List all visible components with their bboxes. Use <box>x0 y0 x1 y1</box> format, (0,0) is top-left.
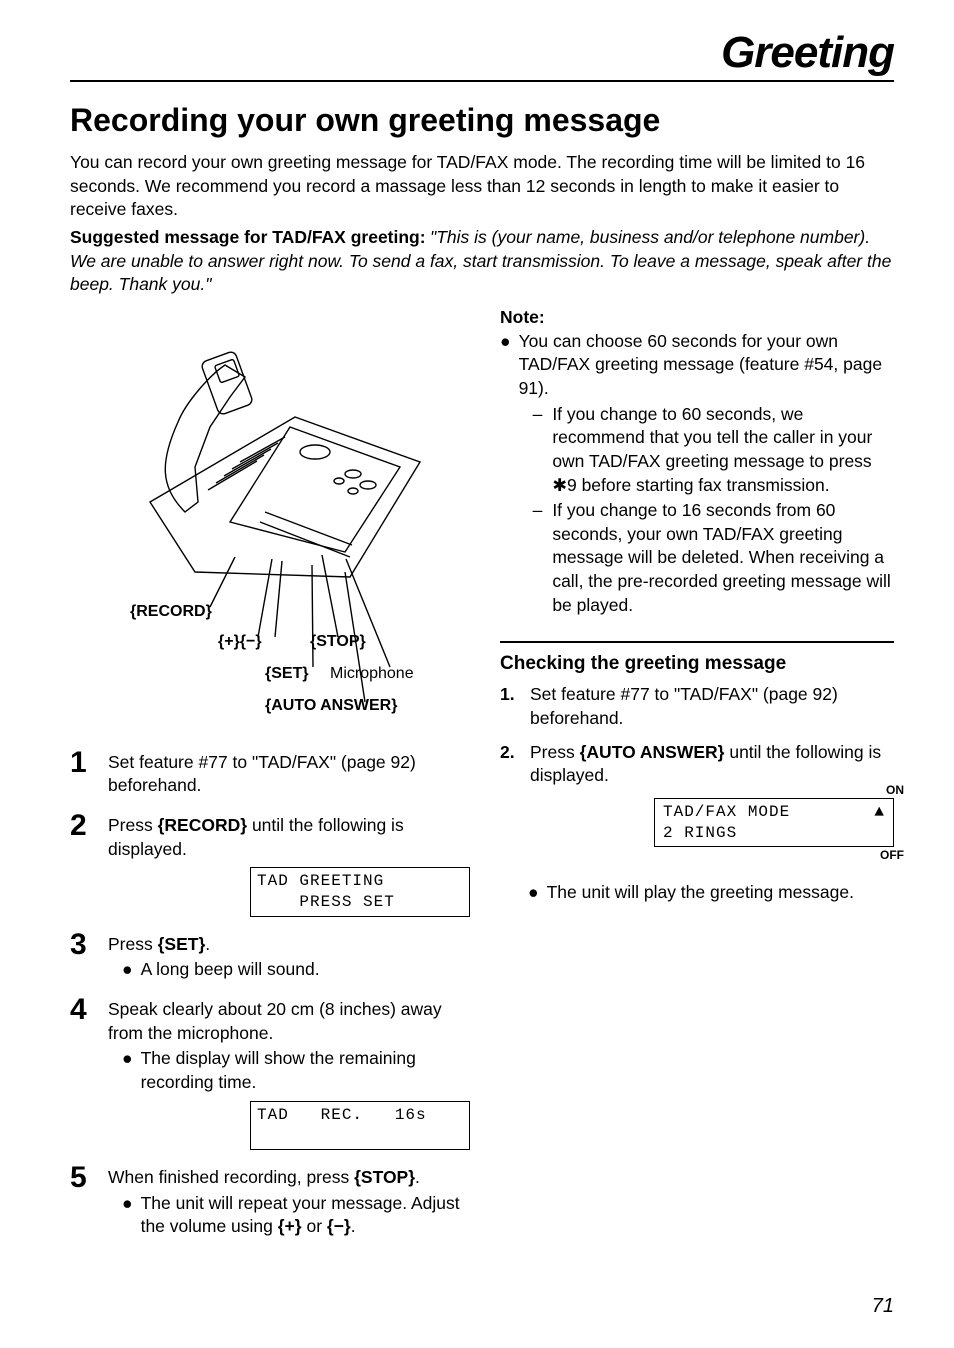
bullet-icon: ● <box>528 881 539 905</box>
step-4: 4 Speak clearly about 20 cm (8 inches) a… <box>70 998 470 1150</box>
page-number: 71 <box>872 1295 894 1318</box>
note-dash2: If you change to 16 seconds from 60 seco… <box>552 499 894 617</box>
star-icon: ✱ <box>552 475 567 495</box>
step-number: 5 <box>70 1163 92 1239</box>
key-set: {SET} <box>158 934 206 954</box>
bullet-text: A long beep will sound. <box>141 958 320 982</box>
step-text: Press <box>108 815 158 835</box>
section-title: Recording your own greeting message <box>70 102 894 139</box>
key-stop: {STOP} <box>354 1167 415 1187</box>
step-number: 2 <box>70 811 92 917</box>
step-number: 1 <box>70 748 92 798</box>
off-label: OFF <box>880 847 904 863</box>
bullet-icon: ● <box>122 958 133 982</box>
suggested-label: Suggested message for TAD/FAX greeting: <box>70 227 426 247</box>
step-text: When finished recording, press <box>108 1167 354 1187</box>
bullet-text-mid: or <box>302 1216 327 1236</box>
step-text: Set feature #77 to "TAD/FAX" (page 92) b… <box>530 683 894 730</box>
display-line2: 2 RINGS <box>663 823 885 844</box>
steps-list: 1 Set feature #77 to "TAD/FAX" (page 92)… <box>70 751 470 1239</box>
key-plus: {+} <box>278 1216 302 1236</box>
label-stop: {STOP} <box>310 633 366 651</box>
label-record: {RECORD} <box>130 603 212 621</box>
step-5: 5 When finished recording, press {STOP}.… <box>70 1166 470 1239</box>
checking-heading: Checking the greeting message <box>500 653 894 675</box>
followup-text: The unit will play the greeting message. <box>547 881 854 905</box>
triangle-up-icon: ▲ <box>874 802 885 823</box>
display-line1: TAD/FAX MODE <box>663 803 790 821</box>
bullet-text-post: . <box>351 1216 356 1236</box>
label-set: {SET} <box>265 665 309 683</box>
key-minus: {−} <box>327 1216 351 1236</box>
on-label: ON <box>886 782 904 798</box>
label-plus-minus: {+}{−} <box>218 633 262 651</box>
key-record: {RECORD} <box>158 815 247 835</box>
step-3: 3 Press {SET}. ● A long beep will sound. <box>70 933 470 982</box>
device-figure: {RECORD} {+}{−} {STOP} {SET} Microphone … <box>90 307 450 737</box>
step-number: 2. <box>500 741 520 848</box>
label-microphone: Microphone <box>330 665 414 683</box>
bullet-icon: ● <box>122 1192 133 1239</box>
step-body: Set feature #77 to "TAD/FAX" (page 92) b… <box>108 751 470 798</box>
bullet-text: The display will show the remaining reco… <box>141 1047 470 1094</box>
bullet-icon: ● <box>500 330 511 618</box>
step-text-post: . <box>205 934 210 954</box>
intro-paragraph: You can record your own greeting message… <box>70 151 894 222</box>
divider <box>500 641 894 643</box>
step-number: 4 <box>70 995 92 1150</box>
key-auto-answer: {AUTO ANSWER} <box>580 742 725 762</box>
suggested-message-block: Suggested message for TAD/FAX greeting: … <box>70 226 894 297</box>
step-text: Speak clearly about 20 cm (8 inches) awa… <box>108 999 442 1043</box>
note-bullet-text: You can choose 60 seconds for your own T… <box>519 331 883 398</box>
step-2: 2 Press {RECORD} until the following is … <box>70 814 470 917</box>
dash-icon: – <box>533 499 543 617</box>
dash-icon: – <box>533 403 543 498</box>
page-header: Greeting <box>70 28 894 82</box>
check-step-1: 1. Set feature #77 to "TAD/FAX" (page 92… <box>500 683 894 730</box>
note-dash1-post: 9 before starting fax transmission. <box>567 475 830 495</box>
label-auto-answer: {AUTO ANSWER} <box>265 697 397 715</box>
step-text: Press <box>108 934 158 954</box>
bullet-icon: ● <box>122 1047 133 1094</box>
step-1: 1 Set feature #77 to "TAD/FAX" (page 92)… <box>70 751 470 798</box>
note-dash1-pre: If you change to 60 seconds, we recommen… <box>552 404 872 471</box>
check-step-2: 2. Press {AUTO ANSWER} until the followi… <box>500 741 894 848</box>
step-number: 1. <box>500 683 520 730</box>
lcd-display: TAD GREETING PRESS SET <box>250 867 470 917</box>
lcd-display: TAD REC. 16s <box>250 1101 470 1151</box>
note-heading: Note: <box>500 307 894 328</box>
step-text-pre: Press <box>530 742 580 762</box>
lcd-display: TAD/FAX MODE ▲ 2 RINGS <box>654 798 894 848</box>
step-number: 3 <box>70 930 92 982</box>
step-text-post: . <box>415 1167 420 1187</box>
